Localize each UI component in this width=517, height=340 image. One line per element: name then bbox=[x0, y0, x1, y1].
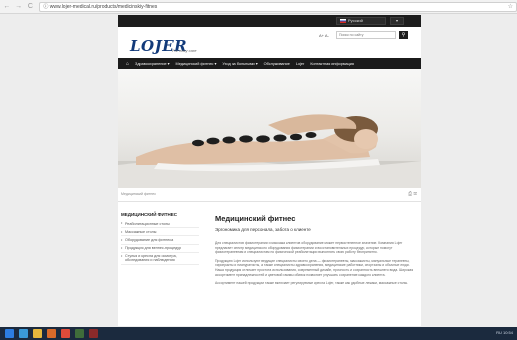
sidebar-item-wellness[interactable]: Продукция для велнес-процедур bbox=[121, 245, 199, 253]
page-title: Медицинский фитнес bbox=[215, 214, 296, 223]
hot-stone-massage-photo bbox=[118, 114, 421, 188]
language-select[interactable]: Русский bbox=[336, 17, 386, 25]
article-paragraph: Ассортимент нашей продукции также включа… bbox=[215, 281, 409, 286]
back-icon[interactable]: ← bbox=[2, 2, 12, 12]
browser-toolbar: ← → C ⓘ www.lojer-medical.ru/products/me… bbox=[0, 0, 517, 14]
sidebar-title: МЕДИЦИНСКИЙ ФИТНЕС bbox=[121, 212, 178, 217]
menu-item-healthcare[interactable]: Здравоохранение ▾ bbox=[135, 61, 170, 66]
menu-item-lojer[interactable]: Lojer bbox=[296, 62, 304, 66]
print-email-icons[interactable]: ⎙ ✉ bbox=[408, 191, 417, 197]
app-icon-2[interactable] bbox=[89, 329, 98, 338]
article-paragraph: Для специалистов физиотерапии и массажа … bbox=[215, 241, 403, 255]
home-icon[interactable]: ⌂ bbox=[126, 61, 129, 67]
menu-item-medical-fitness[interactable]: Медицинский фитнес ▾ bbox=[176, 61, 217, 66]
main-article: Медицинский фитнес Эргономика для персон… bbox=[215, 214, 415, 290]
site-info-icon[interactable]: ⓘ bbox=[43, 4, 48, 10]
language-label: Русский bbox=[348, 18, 363, 23]
flag-icon bbox=[340, 18, 346, 23]
main-menu: ⌂ Здравоохранение ▾ Медицинский фитнес ▾… bbox=[118, 58, 421, 69]
menu-item-service[interactable]: Обслуживание bbox=[264, 62, 290, 66]
image-caption: Медицинский фитнес bbox=[121, 192, 156, 196]
search-input[interactable]: Поиск по сайту bbox=[336, 31, 396, 39]
sidebar-item-rehab-tables[interactable]: Реабилитационные столы bbox=[121, 220, 199, 229]
chrome-icon[interactable] bbox=[61, 329, 70, 338]
page-content: МЕДИЦИНСКИЙ ФИТНЕС Реабилитационные стол… bbox=[118, 202, 421, 326]
web-page: Русский ▾ LOJER For easy care A+ A- Поис… bbox=[118, 15, 421, 326]
start-icon[interactable] bbox=[5, 329, 14, 338]
ie-icon[interactable] bbox=[19, 329, 28, 338]
logo-tagline: For easy care bbox=[172, 48, 197, 53]
windows-taskbar: RU 10:54 bbox=[0, 327, 517, 340]
app-icon[interactable] bbox=[75, 329, 84, 338]
caption-row: Медицинский фитнес ⎙ ✉ bbox=[118, 188, 421, 202]
language-dropdown-icon[interactable]: ▾ bbox=[390, 17, 404, 25]
search-icon[interactable]: ⚲ bbox=[399, 31, 408, 39]
reload-icon[interactable]: C bbox=[26, 2, 36, 12]
menu-item-patient-care[interactable]: Уход за больными ▾ bbox=[222, 61, 257, 66]
address-bar[interactable]: ⓘ www.lojer-medical.ru/products/medicins… bbox=[39, 1, 517, 12]
sidebar-list: Реабилитационные столы Массажные столы О… bbox=[121, 220, 199, 265]
forward-icon[interactable]: → bbox=[14, 2, 24, 12]
article-paragraph: Продукцию Lojer используют ведущие специ… bbox=[215, 258, 414, 277]
sidebar-item-fitness-equipment[interactable]: Оборудование для фитнеса bbox=[121, 236, 199, 245]
media-icon[interactable] bbox=[47, 329, 56, 338]
page-subtitle: Эргономика для персонала, забота о клиен… bbox=[215, 227, 311, 232]
font-size-control[interactable]: A+ A- bbox=[319, 33, 329, 38]
system-tray[interactable]: RU 10:54 bbox=[496, 330, 513, 335]
hero-image bbox=[118, 69, 421, 188]
sidebar-item-massage-tables[interactable]: Массажные столы bbox=[121, 228, 199, 237]
folder-icon[interactable] bbox=[33, 329, 42, 338]
menu-item-contacts[interactable]: Контактная информация bbox=[310, 62, 354, 66]
url-text: www.lojer-medical.ru/products/medicinski… bbox=[49, 3, 158, 10]
bookmark-star-icon[interactable]: ☆ bbox=[508, 3, 513, 11]
sidebar-item-chairs[interactable]: Стулья и кресла для осмотра, обследовани… bbox=[121, 253, 199, 265]
site-header: LOJER For easy care A+ A- Поиск по сайту… bbox=[118, 27, 421, 58]
top-strip: Русский ▾ bbox=[118, 15, 421, 27]
